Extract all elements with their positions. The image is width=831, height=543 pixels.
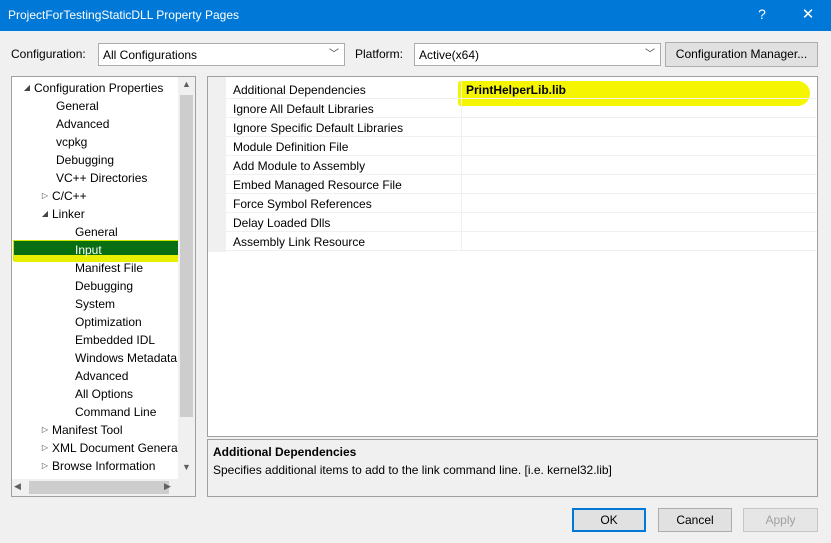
configuration-value: All Configurations bbox=[103, 48, 198, 62]
column-separator bbox=[461, 156, 462, 175]
tree-item-configuration-properties[interactable]: ◢ Configuration Properties bbox=[20, 79, 163, 97]
configuration-select[interactable]: All Configurations ﹀ bbox=[98, 43, 345, 66]
property-value[interactable]: PrintHelperLib.lib bbox=[466, 83, 566, 97]
tree-item-linker-debugging[interactable]: Debugging bbox=[75, 277, 133, 295]
description-title: Additional Dependencies bbox=[213, 445, 357, 459]
tree-item-embedded-idl[interactable]: Embedded IDL bbox=[75, 331, 155, 349]
property-row[interactable]: Delay Loaded Dlls bbox=[226, 213, 817, 232]
configuration-manager-button[interactable]: Configuration Manager... bbox=[665, 42, 818, 67]
tree-item-debugging[interactable]: Debugging bbox=[56, 151, 114, 169]
property-row[interactable]: Module Definition File bbox=[226, 137, 817, 156]
platform-label: Platform: bbox=[355, 47, 404, 61]
scroll-thumb[interactable] bbox=[29, 481, 169, 494]
expand-icon[interactable]: ▷ bbox=[38, 187, 52, 205]
property-row[interactable]: Additional Dependencies PrintHelperLib.l… bbox=[226, 80, 817, 99]
tree-item-label: Configuration Properties bbox=[34, 81, 164, 95]
tree-item-advanced[interactable]: Advanced bbox=[56, 115, 109, 133]
tree-item-label: Browse Information bbox=[52, 459, 156, 473]
scroll-left-icon[interactable]: ◀ bbox=[14, 481, 21, 492]
property-row[interactable]: Force Symbol References bbox=[226, 194, 817, 213]
scroll-up-icon[interactable]: ▲ bbox=[178, 79, 195, 89]
apply-button[interactable]: Apply bbox=[743, 508, 818, 532]
expand-icon[interactable]: ▷ bbox=[38, 421, 52, 439]
help-button[interactable]: ? bbox=[752, 6, 772, 22]
property-name: Add Module to Assembly bbox=[233, 159, 366, 173]
platform-value: Active(x64) bbox=[419, 48, 480, 62]
tree-item-browse-information[interactable]: ▷ Browse Information bbox=[38, 457, 155, 475]
tree-item-linker[interactable]: ◢ Linker bbox=[38, 205, 85, 223]
grid-gutter bbox=[208, 77, 226, 252]
property-name: Ignore All Default Libraries bbox=[233, 102, 374, 116]
property-name: Module Definition File bbox=[233, 140, 349, 154]
property-name: Delay Loaded Dlls bbox=[233, 216, 331, 230]
title-bar: ProjectForTestingStaticDLL Property Page… bbox=[0, 0, 831, 31]
property-name: Assembly Link Resource bbox=[233, 235, 366, 249]
column-separator bbox=[461, 232, 462, 251]
property-row[interactable]: Ignore All Default Libraries bbox=[226, 99, 817, 118]
ok-button[interactable]: OK bbox=[572, 508, 646, 532]
property-row[interactable]: Add Module to Assembly bbox=[226, 156, 817, 175]
cancel-button[interactable]: Cancel bbox=[658, 508, 732, 532]
tree-item-manifest-tool[interactable]: ▷ Manifest Tool bbox=[38, 421, 123, 439]
column-separator bbox=[461, 137, 462, 156]
tree-vertical-scrollbar[interactable]: ▲ ▼ bbox=[178, 77, 195, 479]
tree-item-label: Manifest Tool bbox=[52, 423, 123, 437]
tree-item-label: Linker bbox=[52, 207, 85, 221]
tree-item-label: C/C++ bbox=[52, 189, 87, 203]
window-title: ProjectForTestingStaticDLL Property Page… bbox=[8, 8, 239, 22]
tree-item-windows-metadata[interactable]: Windows Metadata bbox=[75, 349, 177, 367]
tree-item-label: XML Document Generator bbox=[52, 441, 192, 455]
tree-item-optimization[interactable]: Optimization bbox=[75, 313, 142, 331]
expand-icon[interactable]: ◢ bbox=[20, 79, 34, 97]
property-name: Embed Managed Resource File bbox=[233, 178, 402, 192]
property-tree[interactable]: ◢ Configuration Properties General Advanc… bbox=[11, 76, 196, 497]
column-separator bbox=[461, 99, 462, 118]
platform-select[interactable]: Active(x64) ﹀ bbox=[414, 43, 661, 66]
chevron-down-icon: ﹀ bbox=[329, 49, 339, 60]
tree-item-general[interactable]: General bbox=[56, 97, 99, 115]
tree-item-system[interactable]: System bbox=[75, 295, 115, 313]
expand-icon[interactable]: ▷ bbox=[38, 439, 52, 457]
expand-icon[interactable]: ▷ bbox=[38, 457, 52, 475]
scroll-thumb[interactable] bbox=[180, 95, 193, 417]
chevron-down-icon: ﹀ bbox=[645, 49, 655, 60]
tree-item-linker-input[interactable]: Input bbox=[75, 241, 102, 259]
property-grid[interactable]: Additional Dependencies PrintHelperLib.l… bbox=[207, 76, 818, 437]
property-row[interactable]: Assembly Link Resource bbox=[226, 232, 817, 251]
scroll-down-icon[interactable]: ▼ bbox=[178, 462, 195, 472]
column-separator bbox=[461, 80, 462, 99]
tree-item-linker-general[interactable]: General bbox=[75, 223, 118, 241]
property-name: Additional Dependencies bbox=[233, 83, 366, 97]
column-separator bbox=[461, 213, 462, 232]
tree-item-all-options[interactable]: All Options bbox=[75, 385, 133, 403]
tree-item-xml-document-generator[interactable]: ▷ XML Document Generator bbox=[38, 439, 192, 457]
tree-item-command-line[interactable]: Command Line bbox=[75, 403, 156, 421]
configuration-label: Configuration: bbox=[11, 47, 86, 61]
property-name: Ignore Specific Default Libraries bbox=[233, 121, 404, 135]
description-pane: Additional Dependencies Specifies additi… bbox=[207, 439, 818, 497]
property-name: Force Symbol References bbox=[233, 197, 372, 211]
property-row[interactable]: Embed Managed Resource File bbox=[226, 175, 817, 194]
column-separator bbox=[461, 118, 462, 137]
tree-item-manifest-file[interactable]: Manifest File bbox=[75, 259, 143, 277]
collapse-icon[interactable]: ◢ bbox=[38, 205, 52, 223]
tree-item-vc-directories[interactable]: VC++ Directories bbox=[56, 169, 147, 187]
close-button[interactable]: ✕ bbox=[798, 5, 818, 23]
tree-item-vcpkg[interactable]: vcpkg bbox=[56, 133, 87, 151]
column-separator bbox=[461, 194, 462, 213]
column-separator bbox=[461, 175, 462, 194]
description-text: Specifies additional items to add to the… bbox=[213, 463, 612, 477]
tree-item-c-cpp[interactable]: ▷ C/C++ bbox=[38, 187, 87, 205]
scroll-right-icon[interactable]: ▶ bbox=[164, 481, 171, 492]
tree-horizontal-scrollbar[interactable]: ◀ ▶ bbox=[12, 479, 195, 496]
tree-item-linker-advanced[interactable]: Advanced bbox=[75, 367, 128, 385]
property-row[interactable]: Ignore Specific Default Libraries bbox=[226, 118, 817, 137]
